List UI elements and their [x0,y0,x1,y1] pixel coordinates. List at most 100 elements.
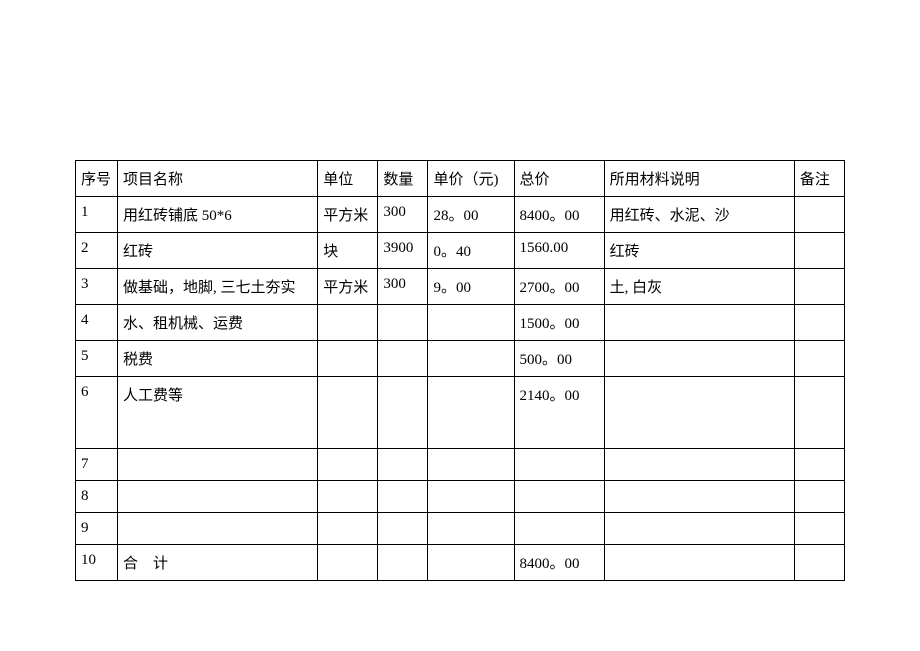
cell-price [428,449,514,481]
table-row: 4水、租机械、运费 1500。00 [76,305,845,341]
budget-table: 序号 项目名称 单位 数量 单价（元) 总价 所用材料说明 备注 1用红砖铺底 … [75,160,845,581]
header-qty: 数量 [378,161,428,197]
cell-material [604,545,794,581]
cell-unit [318,481,378,513]
cell-price [428,481,514,513]
cell-qty [378,449,428,481]
cell-material [604,341,794,377]
cell-qty [378,481,428,513]
cell-total: 1500。00 [514,305,604,341]
cell-unit [318,545,378,581]
cell-qty [378,513,428,545]
cell-name [118,449,318,481]
table-row: 5税费 500。00 [76,341,845,377]
cell-remark [794,233,844,269]
cell-remark [794,197,844,233]
cell-no: 3 [76,269,118,305]
cell-price [428,513,514,545]
cell-name: 红砖 [118,233,318,269]
cell-no: 9 [76,513,118,545]
table-row: 7 [76,449,845,481]
cell-remark [794,513,844,545]
header-no: 序号 [76,161,118,197]
cell-unit [318,449,378,481]
cell-price: 9。00 [428,269,514,305]
cell-qty [378,545,428,581]
cell-total: 8400。00 [514,545,604,581]
cell-total: 2140。00 [514,377,604,449]
cell-name: 用红砖铺底 50*6 [118,197,318,233]
header-total: 总价 [514,161,604,197]
cell-name: 人工费等 [118,377,318,449]
cell-total [514,513,604,545]
cell-unit: 块 [318,233,378,269]
table-row: 1用红砖铺底 50*6平方米300 28。008400。00用红砖、水泥、沙 [76,197,845,233]
cell-material [604,377,794,449]
cell-no: 5 [76,341,118,377]
cell-qty: 300 [378,197,428,233]
table-row: 3做基础，地脚, 三七土夯实平方米3009。002700。00土, 白灰 [76,269,845,305]
cell-total: 1560.00 [514,233,604,269]
cell-name: 合 计 [118,545,318,581]
cell-material: 用红砖、水泥、沙 [604,197,794,233]
table-row: 9 [76,513,845,545]
cell-qty [378,341,428,377]
header-name: 项目名称 [118,161,318,197]
cell-total: 2700。00 [514,269,604,305]
cell-remark [794,377,844,449]
cell-price: 28。00 [428,197,514,233]
cell-remark [794,545,844,581]
cell-unit [318,305,378,341]
cell-no: 1 [76,197,118,233]
cell-price [428,341,514,377]
table-row: 8 [76,481,845,513]
cell-unit: 平方米 [318,197,378,233]
cell-unit [318,341,378,377]
cell-total: 8400。00 [514,197,604,233]
table-row: 2红砖块39000。401560.00红砖 [76,233,845,269]
cell-remark [794,305,844,341]
cell-total [514,449,604,481]
cell-name: 税费 [118,341,318,377]
cell-remark [794,269,844,305]
cell-no: 8 [76,481,118,513]
cell-qty [378,305,428,341]
cell-remark [794,481,844,513]
cell-no: 10 [76,545,118,581]
cell-total [514,481,604,513]
cell-remark [794,449,844,481]
cell-unit: 平方米 [318,269,378,305]
header-material: 所用材料说明 [604,161,794,197]
cell-material [604,481,794,513]
cell-material [604,449,794,481]
cell-name: 做基础，地脚, 三七土夯实 [118,269,318,305]
cell-qty: 3900 [378,233,428,269]
cell-price: 0。40 [428,233,514,269]
cell-price [428,377,514,449]
table-row: 6人工费等 2140。00 [76,377,845,449]
header-row: 序号 项目名称 单位 数量 单价（元) 总价 所用材料说明 备注 [76,161,845,197]
cell-material [604,513,794,545]
cell-qty: 300 [378,269,428,305]
cell-material: 土, 白灰 [604,269,794,305]
cell-unit [318,513,378,545]
cell-total: 500。00 [514,341,604,377]
cell-qty [378,377,428,449]
table-row: 10合 计 8400。00 [76,545,845,581]
header-price: 单价（元) [428,161,514,197]
cell-no: 7 [76,449,118,481]
cell-unit [318,377,378,449]
header-remark: 备注 [794,161,844,197]
cell-name: 水、租机械、运费 [118,305,318,341]
cell-no: 6 [76,377,118,449]
cell-no: 2 [76,233,118,269]
cell-material [604,305,794,341]
cell-remark [794,341,844,377]
cell-no: 4 [76,305,118,341]
header-unit: 单位 [318,161,378,197]
cell-name [118,481,318,513]
cell-price [428,305,514,341]
cell-price [428,545,514,581]
cell-name [118,513,318,545]
cell-material: 红砖 [604,233,794,269]
